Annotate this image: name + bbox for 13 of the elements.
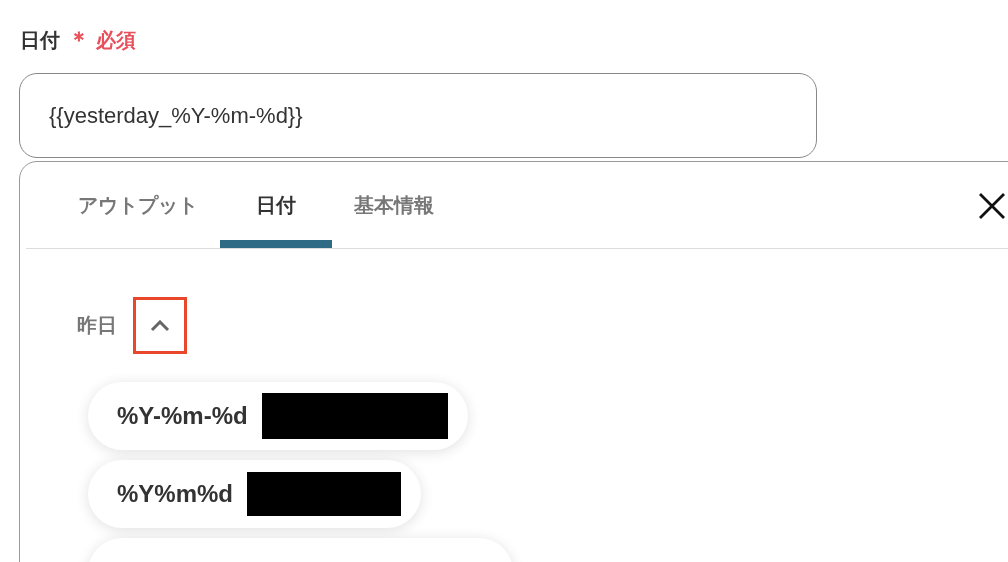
tab[interactable]: アウトプット (56, 162, 220, 248)
close-icon[interactable] (978, 192, 1006, 220)
chevron-up-icon (150, 319, 170, 332)
section-title: 昨日 (77, 313, 117, 338)
field-label: 日付 (20, 27, 60, 53)
required-text: 必須 (96, 27, 136, 53)
tab[interactable]: 日付 (220, 162, 332, 248)
collapse-button[interactable] (133, 297, 187, 354)
format-chip[interactable]: %Y-%m-%d (88, 382, 468, 450)
required-mark: ＊ (68, 26, 90, 54)
tab[interactable]: 基本情報 (332, 162, 456, 248)
date-input-field[interactable]: {{yesterday_%Y-%m-%d}} (19, 73, 817, 158)
format-chip[interactable]: %Y%m%d (88, 460, 422, 528)
